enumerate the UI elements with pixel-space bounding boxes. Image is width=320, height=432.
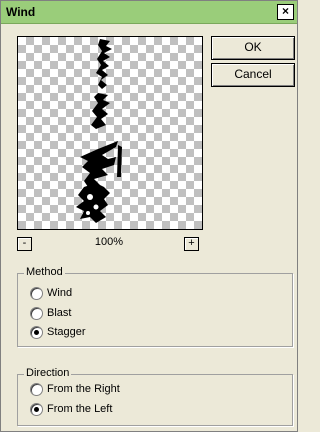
radio-button[interactable] [30,287,43,300]
filter-preview[interactable] [17,36,203,230]
radio-label: Wind [47,287,73,299]
radio-label: From the Left [47,403,113,415]
ok-button[interactable]: OK [211,36,295,60]
preview-image [76,39,122,223]
direction-label: Direction [24,367,72,379]
cancel-button[interactable]: Cancel [211,63,295,87]
radio-label: Stagger [47,326,86,338]
direction-group: Direction From the Right From the Left [17,367,293,426]
radio-label: Blast [47,307,72,319]
dialog-title: Wind [6,5,36,19]
method-group: Method Wind Blast Stagger [17,266,293,347]
zoom-level: 100% [94,236,124,248]
radio-button[interactable] [30,403,43,416]
radio-button[interactable] [30,326,43,339]
wind-dialog: Wind × OK Cancel - 100% + Method Wind Bl… [0,0,298,432]
method-label: Method [24,266,65,278]
zoom-in-button[interactable]: + [184,237,199,251]
zoom-out-button[interactable]: - [17,237,32,251]
title-bar[interactable]: Wind × [1,1,297,24]
radio-button[interactable] [30,383,43,396]
radio-label: From the Right [47,383,120,395]
close-button[interactable]: × [277,4,294,20]
radio-button[interactable] [30,307,43,320]
